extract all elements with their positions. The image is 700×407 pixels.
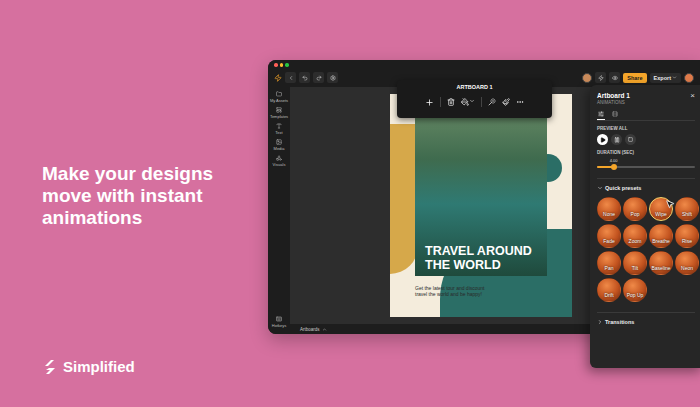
artboard[interactable]: TRAVEL AROUNDTHE WORLD Get the latest tou…	[390, 94, 572, 317]
collaborator-avatar[interactable]	[582, 73, 592, 83]
panel-tab[interactable]	[611, 109, 619, 120]
sidebar-item[interactable]: Text	[275, 123, 282, 135]
redo-button[interactable]	[313, 72, 324, 83]
animations-panel: Artboard 1ANIMATIONS × PREVIEW ALL DURATION…	[590, 85, 700, 368]
back-button[interactable]	[285, 72, 296, 83]
sidebar-item[interactable]: Visuals	[273, 155, 286, 167]
pause-button[interactable]	[611, 134, 622, 145]
share-button[interactable]: Share	[623, 73, 646, 83]
preset-button[interactable]: Pan	[597, 251, 621, 275]
trash-icon[interactable]	[447, 98, 455, 106]
magic-wand-icon[interactable]	[488, 98, 496, 106]
sidebar-item[interactable]: Media	[274, 139, 285, 151]
mustard-shape	[390, 124, 418, 274]
panel-title: Artboard 1	[597, 92, 630, 99]
preset-button[interactable]: Pop Up	[623, 278, 647, 302]
sidebar: My Assets Templates Text Media Visuals Hotkey…	[268, 87, 290, 334]
preset-button[interactable]: Zoom	[623, 224, 647, 248]
preset-button[interactable]: Fade	[597, 224, 621, 248]
slider-thumb[interactable]	[611, 164, 617, 170]
undo-button[interactable]	[299, 72, 310, 83]
preview-button[interactable]	[609, 72, 620, 83]
app-logo-icon	[274, 74, 282, 82]
preset-button[interactable]: Shift	[675, 197, 699, 221]
cursor-icon	[665, 199, 675, 209]
sidebar-item[interactable]: Templates	[270, 107, 288, 119]
artboard-toolbar-title: ARTBOARD 1	[456, 84, 492, 90]
preview-label: PREVIEW ALL	[597, 126, 695, 131]
settings-button[interactable]	[327, 72, 338, 83]
add-icon[interactable]	[425, 98, 434, 107]
simplified-logo-icon	[42, 359, 58, 375]
brush-icon[interactable]	[502, 98, 510, 106]
preset-button[interactable]: Tilt	[623, 251, 647, 275]
duration-reading: 4.00	[610, 158, 618, 163]
preset-button[interactable]: Neon	[675, 251, 699, 275]
transitions-header[interactable]: Transitions	[597, 312, 695, 325]
preset-button[interactable]: Breathe	[649, 224, 673, 248]
export-button[interactable]: Export	[650, 73, 681, 83]
preset-button[interactable]: Drift	[597, 278, 621, 302]
preset-button[interactable]: Wipe	[649, 197, 673, 221]
panel-tab[interactable]	[597, 109, 605, 120]
play-button[interactable]	[597, 134, 608, 145]
hotkeys-button[interactable]: Hotkeys	[272, 316, 286, 328]
page: Make your designs move with instant anim…	[0, 0, 700, 407]
panel-tabs	[597, 109, 695, 121]
sidebar-item[interactable]: My Assets	[270, 91, 288, 103]
artboard-toolbar: ARTBOARD 1	[397, 80, 552, 118]
duration-slider[interactable]: 4.00	[597, 164, 695, 170]
preset-button[interactable]: Baseline	[649, 251, 673, 275]
preset-button[interactable]: Rise	[675, 224, 699, 248]
design-body[interactable]: Get the latest tour and discount travel …	[415, 285, 493, 297]
more-icon[interactable]	[516, 98, 524, 106]
stop-button[interactable]	[625, 134, 636, 145]
panel-subtitle: ANIMATIONS	[597, 100, 630, 105]
preset-button[interactable]: None	[597, 197, 621, 221]
promo-headline: Make your designs move with instant anim…	[42, 163, 252, 229]
close-button[interactable]: ×	[690, 92, 695, 100]
promo: Make your designs move with instant anim…	[0, 0, 268, 407]
upgrade-button[interactable]	[595, 72, 606, 83]
presets-header[interactable]: Quick presets	[597, 178, 695, 191]
user-avatar[interactable]	[684, 73, 694, 83]
preset-button[interactable]: Pop	[623, 197, 647, 221]
presets-grid: NonePopWipeShiftFadeZoomBreatheRisePanTi…	[597, 197, 695, 302]
brand: Simplified	[42, 356, 268, 377]
paint-bucket-icon[interactable]	[461, 98, 475, 106]
design-headline[interactable]: TRAVEL AROUNDTHE WORLD	[425, 244, 532, 272]
duration-label: DURATION (SEC)	[597, 150, 695, 155]
